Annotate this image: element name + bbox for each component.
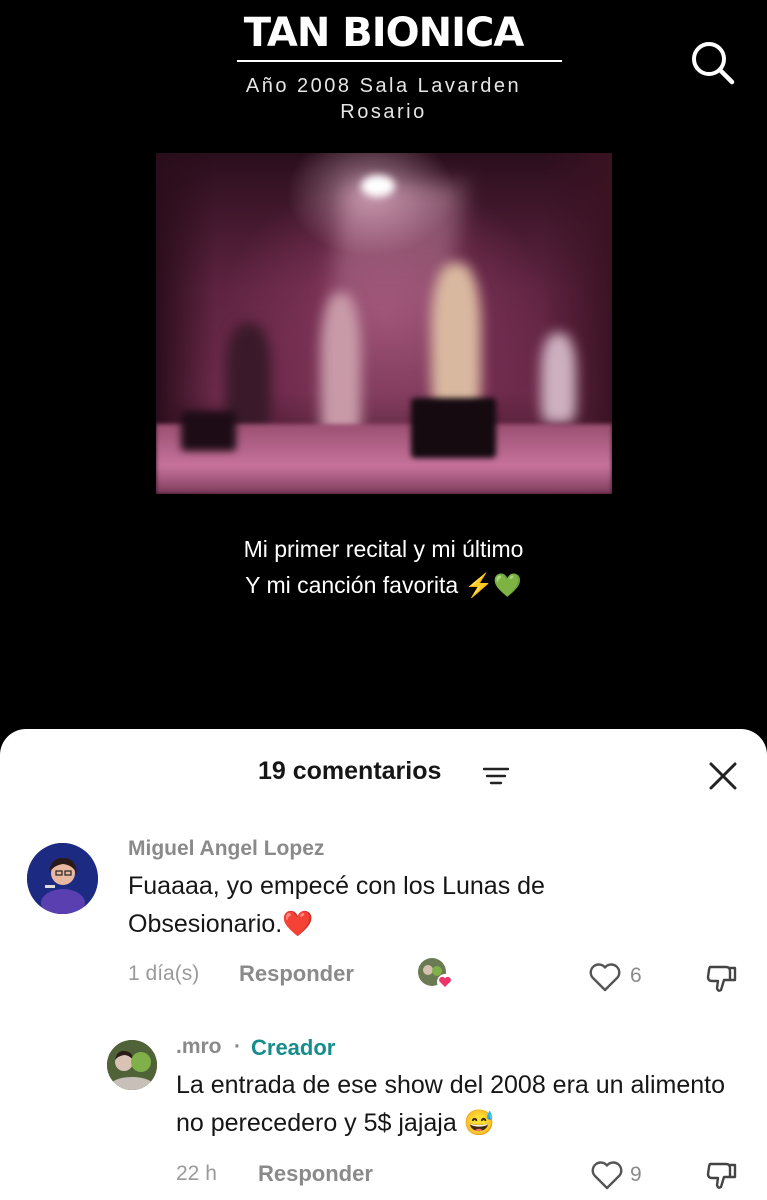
- caption-line-1: Mi primer recital y mi último: [243, 536, 524, 562]
- search-icon: [692, 42, 735, 85]
- reply-button[interactable]: Responder: [258, 1161, 373, 1187]
- avatar[interactable]: [107, 1040, 157, 1090]
- creator-badge: Creador: [251, 1035, 336, 1060]
- username-separator: ·: [234, 1035, 241, 1058]
- comment-username[interactable]: Miguel Angel Lopez: [128, 837, 324, 861]
- comment-timestamp: 22 h: [176, 1162, 217, 1185]
- like-count: 9: [630, 1163, 642, 1186]
- comments-header: 19 comentarios: [0, 757, 767, 791]
- like-count: 6: [630, 964, 642, 987]
- comments-sheet: 19 comentarios Miguel Angel Lopez Fuaaaa…: [0, 729, 767, 1200]
- comment-username[interactable]: .mro: [176, 1035, 222, 1059]
- sort-lines-icon[interactable]: [483, 767, 509, 785]
- thumbs-down-icon[interactable]: [704, 962, 738, 996]
- heart-icon[interactable]: [590, 1159, 624, 1191]
- comment-text: La entrada de ese show del 2008 era un a…: [176, 1071, 725, 1137]
- video-title: TAN BIONICA: [243, 10, 525, 56]
- comment-text: Fuaaaa, yo empecé con los Lunas de Obses…: [128, 872, 545, 938]
- creator-liked-badge: [416, 957, 454, 991]
- heart-icon[interactable]: [588, 961, 622, 993]
- thumbs-down-icon[interactable]: [704, 1159, 738, 1193]
- caption-line-2: Y mi canción favorita ⚡💚: [245, 572, 522, 598]
- title-divider: [237, 60, 562, 62]
- search-button[interactable]: [688, 38, 736, 86]
- concert-video-frame: [156, 153, 612, 494]
- subtitle-line-1: Año 2008 Sala Lavarden: [245, 75, 522, 97]
- video-player[interactable]: TAN BIONICA Año 2008 Sala Lavarden Rosar…: [0, 0, 767, 760]
- comment-count: 19 comentarios: [258, 757, 442, 785]
- video-subtitle: Año 2008 Sala Lavarden Rosario: [0, 73, 767, 125]
- reply-button[interactable]: Responder: [239, 961, 354, 987]
- video-caption: Mi primer recital y mi último Y mi canci…: [0, 531, 767, 603]
- avatar[interactable]: [27, 843, 98, 914]
- close-button[interactable]: [706, 759, 740, 793]
- comment-timestamp: 1 día(s): [128, 962, 200, 985]
- subtitle-line-2: Rosario: [340, 101, 427, 123]
- close-icon: [709, 762, 737, 790]
